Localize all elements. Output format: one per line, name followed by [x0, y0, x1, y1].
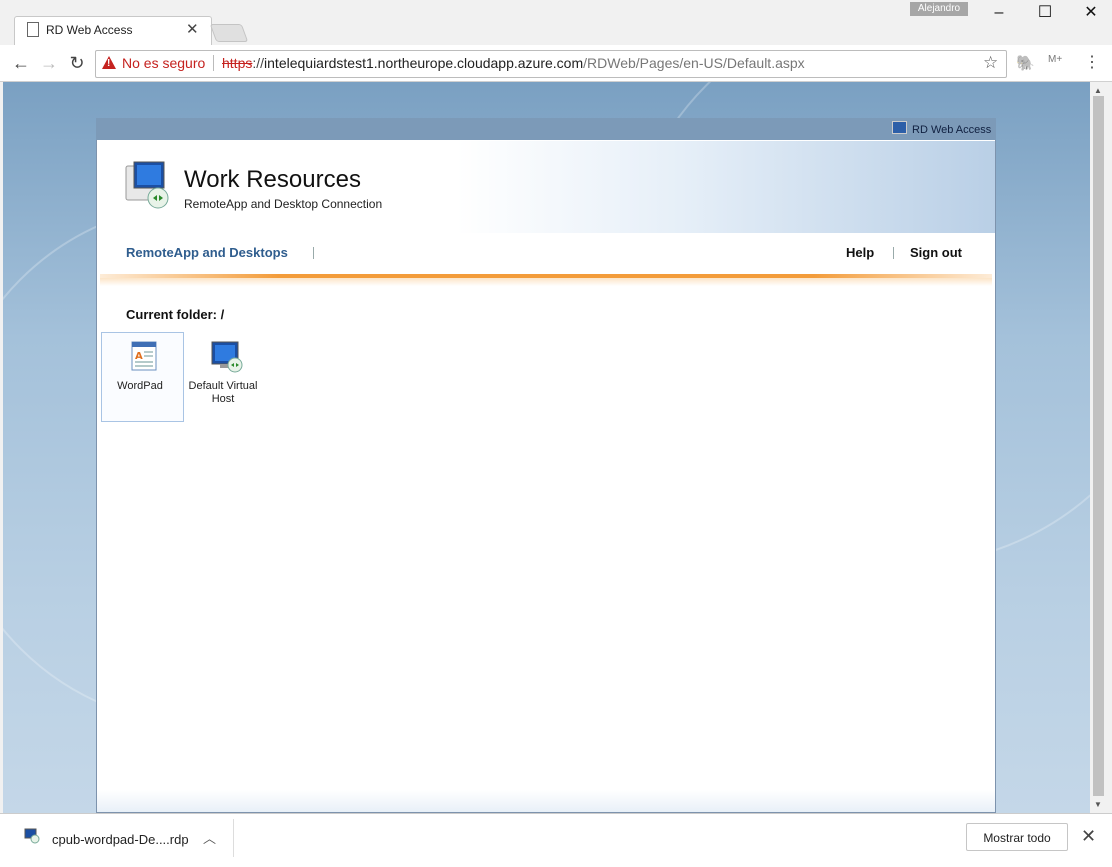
- help-link[interactable]: Help: [846, 245, 874, 260]
- signout-link[interactable]: Sign out: [910, 245, 962, 260]
- new-tab-button[interactable]: [209, 24, 249, 42]
- scroll-down-icon[interactable]: ▼: [1094, 800, 1102, 809]
- brand-label: RD Web Access: [912, 124, 992, 136]
- remote-desktop-logo-icon: [124, 160, 172, 210]
- movistar-extension-icon[interactable]: M+: [1048, 54, 1062, 65]
- url-text[interactable]: https://intelequiardstest1.northeurope.c…: [222, 55, 805, 71]
- shelf-divider: [233, 819, 234, 857]
- page-title: Work Resources: [184, 166, 361, 193]
- url-path: /RDWeb/Pages/en-US/Default.aspx: [583, 55, 805, 71]
- reload-icon[interactable]: ↻: [66, 52, 88, 74]
- profile-badge[interactable]: Alejandro: [910, 2, 968, 16]
- tab-title: RD Web Access: [46, 23, 133, 37]
- star-icon[interactable]: ☆: [983, 53, 998, 73]
- show-all-button[interactable]: Mostrar todo: [966, 823, 1068, 851]
- scroll-up-icon[interactable]: ▲: [1094, 86, 1102, 95]
- accent-glow: [100, 278, 992, 286]
- nav-divider: [893, 247, 894, 259]
- panel-footer: [97, 790, 995, 812]
- page-icon: [27, 22, 39, 37]
- scrollbar-thumb[interactable]: [1093, 96, 1104, 796]
- back-icon[interactable]: ←: [10, 52, 32, 74]
- window-close-icon[interactable]: ✕: [1068, 0, 1112, 26]
- rdp-file-icon: [24, 828, 40, 844]
- close-icon[interactable]: ✕: [1081, 826, 1096, 847]
- url-scheme: https: [222, 55, 253, 71]
- minimize-icon[interactable]: –: [976, 0, 1022, 26]
- url-separator: ://: [252, 55, 265, 71]
- app-label-wordpad: WordPad: [117, 380, 163, 392]
- menu-icon[interactable]: ⋮: [1084, 52, 1100, 72]
- evernote-icon[interactable]: 🐘: [1016, 54, 1035, 72]
- svg-text:A: A: [135, 351, 143, 362]
- virtual-desktop-icon: [210, 340, 244, 374]
- security-status[interactable]: No es seguro: [122, 55, 205, 71]
- download-item-name[interactable]: cpub-wordpad-De....rdp: [52, 832, 189, 847]
- current-folder-label: Current folder: /: [126, 307, 225, 322]
- maximize-icon[interactable]: ☐: [1022, 0, 1068, 26]
- chevron-up-icon[interactable]: ︿: [203, 828, 216, 847]
- nav-remoteapp-desktops[interactable]: RemoteApp and Desktops: [126, 245, 288, 260]
- url-host: intelequiardstest1.northeurope.cloudapp.…: [264, 55, 584, 71]
- app-label-default-virtual-host: Default Virtual Host: [188, 380, 258, 405]
- omnibox-divider: [213, 55, 214, 71]
- nav-divider: [313, 247, 314, 259]
- forward-icon[interactable]: →: [38, 52, 60, 74]
- warning-mark: !: [107, 58, 111, 69]
- rdweb-small-icon: [892, 121, 907, 134]
- tab-close-icon[interactable]: ✕: [186, 21, 199, 39]
- panel-topbar: [96, 118, 996, 140]
- page-subtitle: RemoteApp and Desktop Connection: [184, 197, 383, 211]
- wordpad-icon: A: [131, 341, 157, 371]
